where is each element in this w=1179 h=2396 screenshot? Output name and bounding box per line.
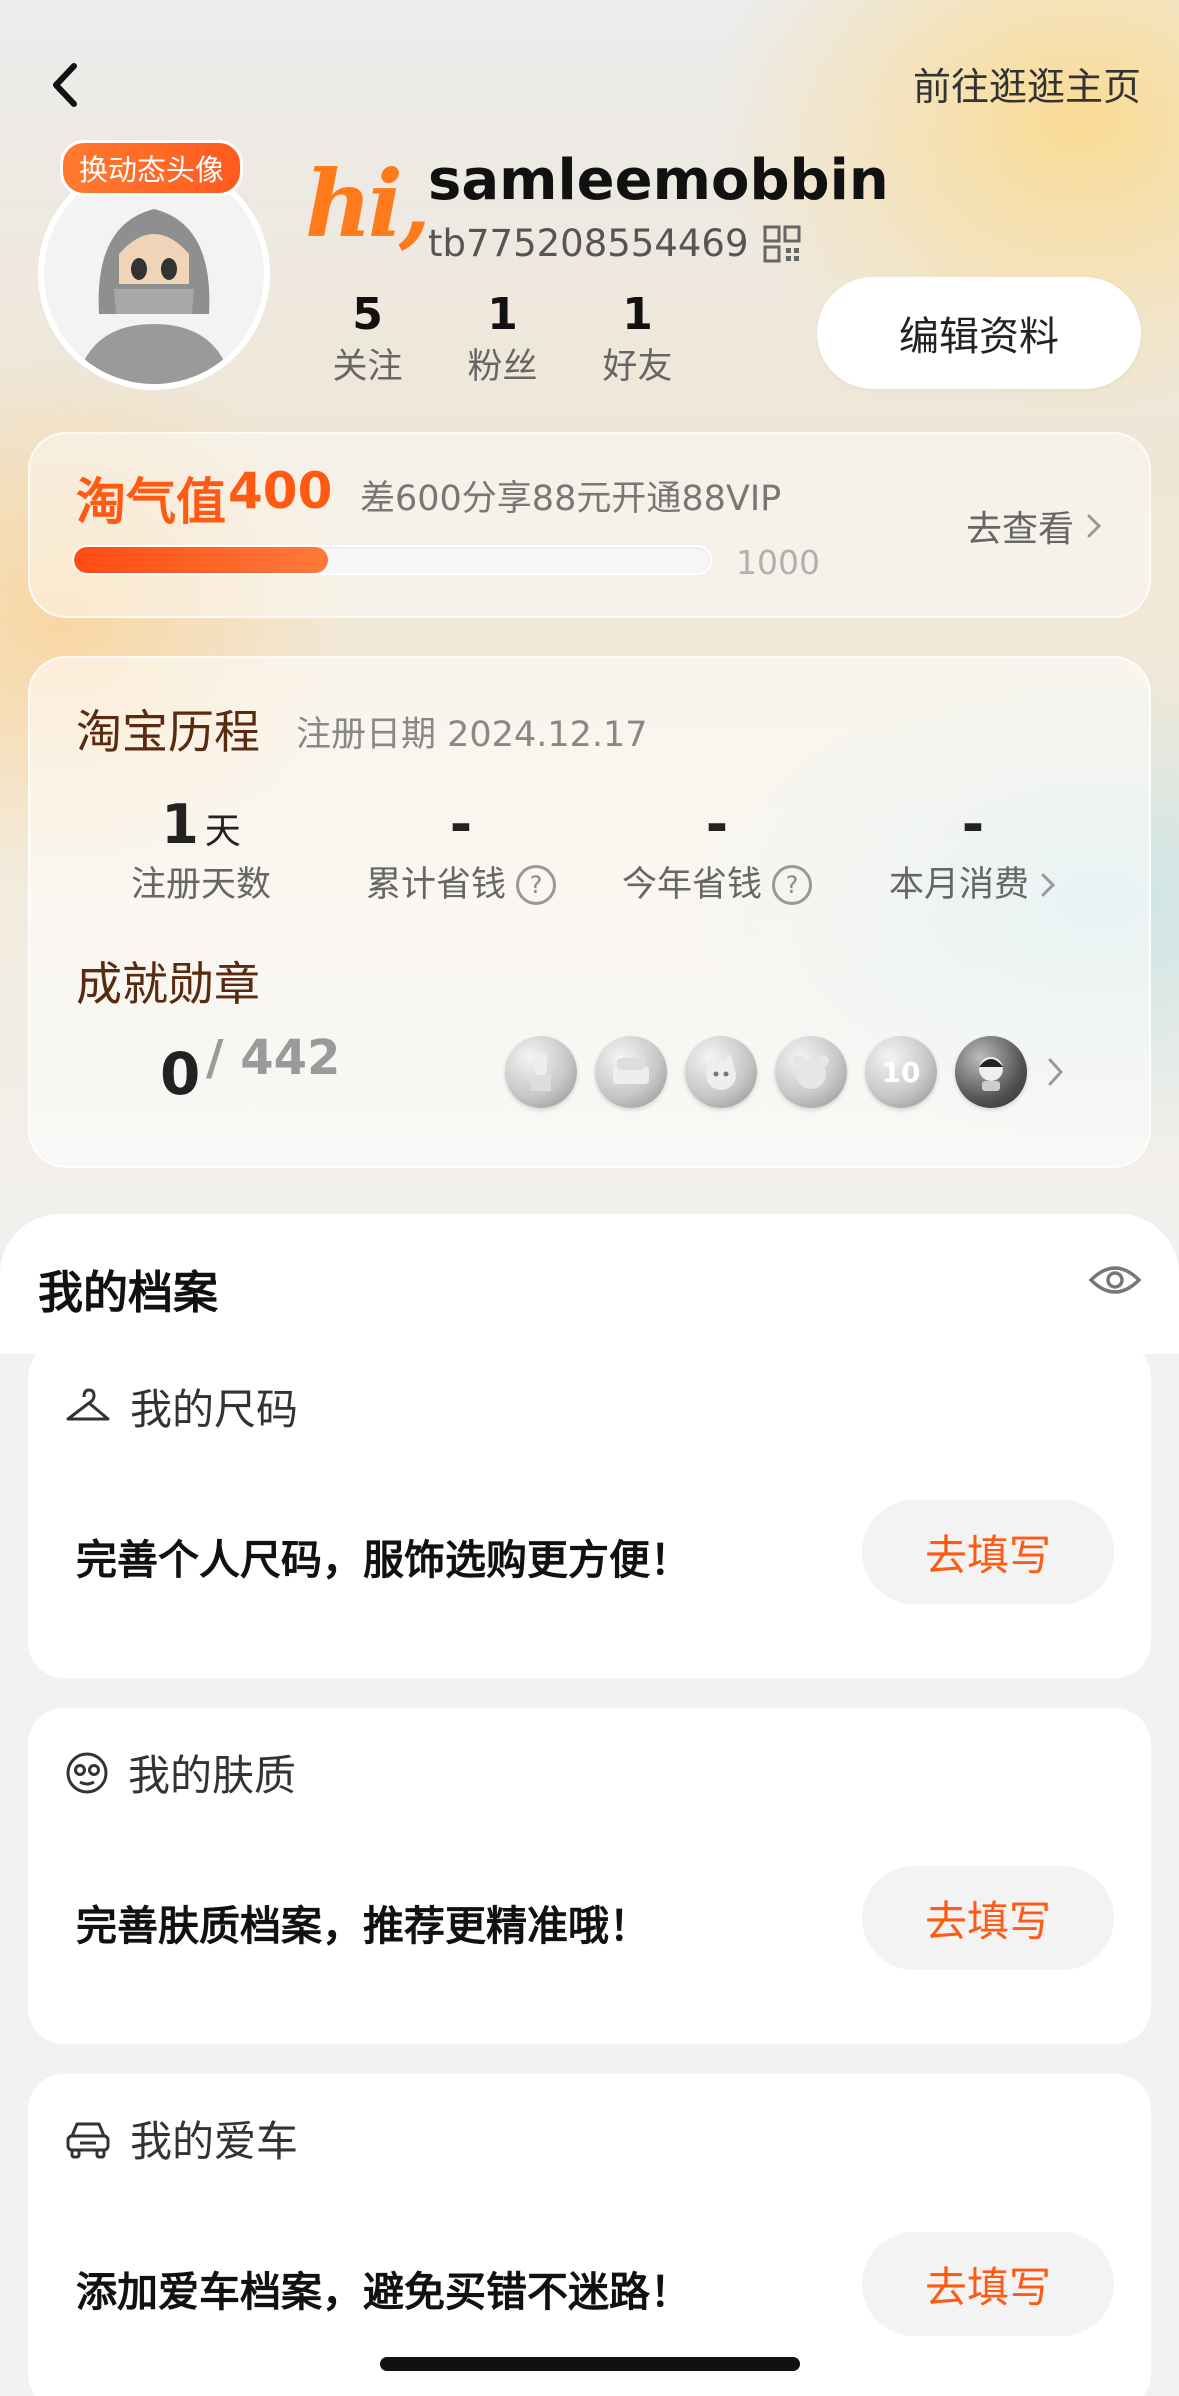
metric-year-saved-label: 今年省钱	[621, 865, 762, 905]
car-profile-card: 我的爱车 添加爱车档案，避免买错不迷路！ 去填写	[28, 2074, 1151, 2396]
metric-registered-days-label: 注册天数	[130, 865, 271, 905]
skin-card-title: 我的肤质	[128, 1751, 297, 1800]
size-card-text: 完善个人尺码，服饰选购更方便！	[76, 1536, 691, 1584]
fill-skin-button[interactable]: 去填写	[862, 1866, 1114, 1970]
visit-homepage-link[interactable]: 前往逛逛主页	[913, 56, 1141, 111]
taoqi-view-label: 去查看	[966, 509, 1075, 550]
stat-following-value: 5	[352, 289, 383, 340]
taoqi-description: 差600分享88元开通88VIP	[360, 479, 782, 519]
skin-profile-card: 我的肤质 完善肤质档案，推荐更精准哦！ 去填写	[28, 1708, 1151, 2044]
metric-year-saved: - 今年省钱?	[592, 790, 842, 910]
history-title: 淘宝历程	[76, 705, 260, 759]
qr-code-icon[interactable]	[762, 224, 802, 264]
registration-date: 注册日期 2024.12.17	[296, 715, 648, 755]
hanger-icon	[66, 1388, 110, 1420]
metric-year-saved-value: -	[705, 793, 729, 856]
eye-icon[interactable]	[1088, 1260, 1142, 1300]
stats-row: 5 关注 1 粉丝 1 好友	[300, 288, 705, 392]
metric-total-saved-value: -	[449, 793, 473, 856]
badges-row[interactable]: 10	[505, 1036, 1067, 1108]
stat-friends[interactable]: 1 好友	[570, 288, 705, 392]
greeting-logo: hi,	[305, 150, 431, 258]
bear-badge-icon	[775, 1036, 847, 1108]
chevron-right-icon	[1041, 873, 1056, 897]
stat-followers-value: 1	[487, 289, 518, 340]
metric-registered-days-value: 1	[161, 793, 199, 856]
metric-month-spend-label: 本月消费	[888, 865, 1029, 905]
chevron-left-icon	[53, 63, 77, 107]
user-id: tb775208554469	[428, 222, 749, 265]
size-profile-card: 我的尺码 完善个人尺码，服饰选购更方便！ 去填写	[28, 1342, 1151, 1678]
metric-registered-days: 1天 注册天数	[76, 790, 326, 910]
size-card-title: 我的尺码	[130, 1385, 299, 1434]
taoqi-label: 淘气值	[76, 473, 226, 531]
metric-month-spend[interactable]: - 本月消费	[848, 790, 1098, 910]
chevron-right-icon	[1048, 1058, 1064, 1086]
archive-title: 我的档案	[38, 1266, 219, 1319]
badges-total: / 442	[206, 1030, 341, 1086]
metric-month-spend-value: -	[961, 793, 985, 856]
car-card-text: 添加爱车档案，避免买错不迷路！	[76, 2268, 691, 2316]
metric-registered-days-unit: 天	[204, 811, 241, 852]
metric-total-saved-label: 累计省钱	[365, 865, 506, 905]
taoqi-view-link[interactable]: 去查看	[966, 500, 1104, 552]
taoqi-max: 1000	[736, 543, 820, 582]
taoqi-value: 400	[228, 462, 333, 520]
home-indicator[interactable]	[380, 2357, 800, 2371]
chevron-right-icon	[1087, 514, 1102, 538]
stat-following-label: 关注	[332, 347, 403, 387]
stat-followers-label: 粉丝	[467, 347, 538, 387]
stat-following[interactable]: 5 关注	[300, 288, 435, 392]
skin-card-text: 完善肤质档案，推荐更精准哦！	[76, 1902, 650, 1950]
help-icon[interactable]: ?	[516, 865, 556, 905]
metric-total-saved: - 累计省钱?	[336, 790, 586, 910]
stat-followers[interactable]: 1 粉丝	[435, 288, 570, 392]
face-icon	[66, 1752, 108, 1793]
user-id-row: tb775208554469	[428, 222, 802, 265]
stat-friends-value: 1	[622, 289, 653, 340]
lipstick-badge-icon	[505, 1036, 577, 1108]
badges-title: 成就勋章	[76, 957, 260, 1011]
cat-badge-icon	[685, 1036, 757, 1108]
taoqi-progress-bar	[72, 545, 712, 575]
avatar-image	[44, 164, 264, 384]
character-badge-icon	[955, 1036, 1027, 1108]
back-button[interactable]	[36, 50, 96, 120]
car-card-title: 我的爱车	[130, 2117, 299, 2166]
ten-badge-icon: 10	[865, 1036, 937, 1108]
edit-profile-button[interactable]: 编辑资料	[817, 277, 1141, 389]
help-icon[interactable]: ?	[772, 865, 812, 905]
taoqi-progress-fill	[74, 547, 329, 573]
change-avatar-badge[interactable]: 换动态头像	[60, 140, 244, 196]
badges-earned: 0	[160, 1040, 201, 1108]
stat-friends-label: 好友	[602, 347, 673, 387]
username: samleemobbin	[428, 148, 889, 213]
sofa-badge-icon	[595, 1036, 667, 1108]
fill-car-button[interactable]: 去填写	[862, 2232, 1114, 2336]
car-icon	[66, 2122, 110, 2158]
fill-size-button[interactable]: 去填写	[862, 1500, 1114, 1604]
